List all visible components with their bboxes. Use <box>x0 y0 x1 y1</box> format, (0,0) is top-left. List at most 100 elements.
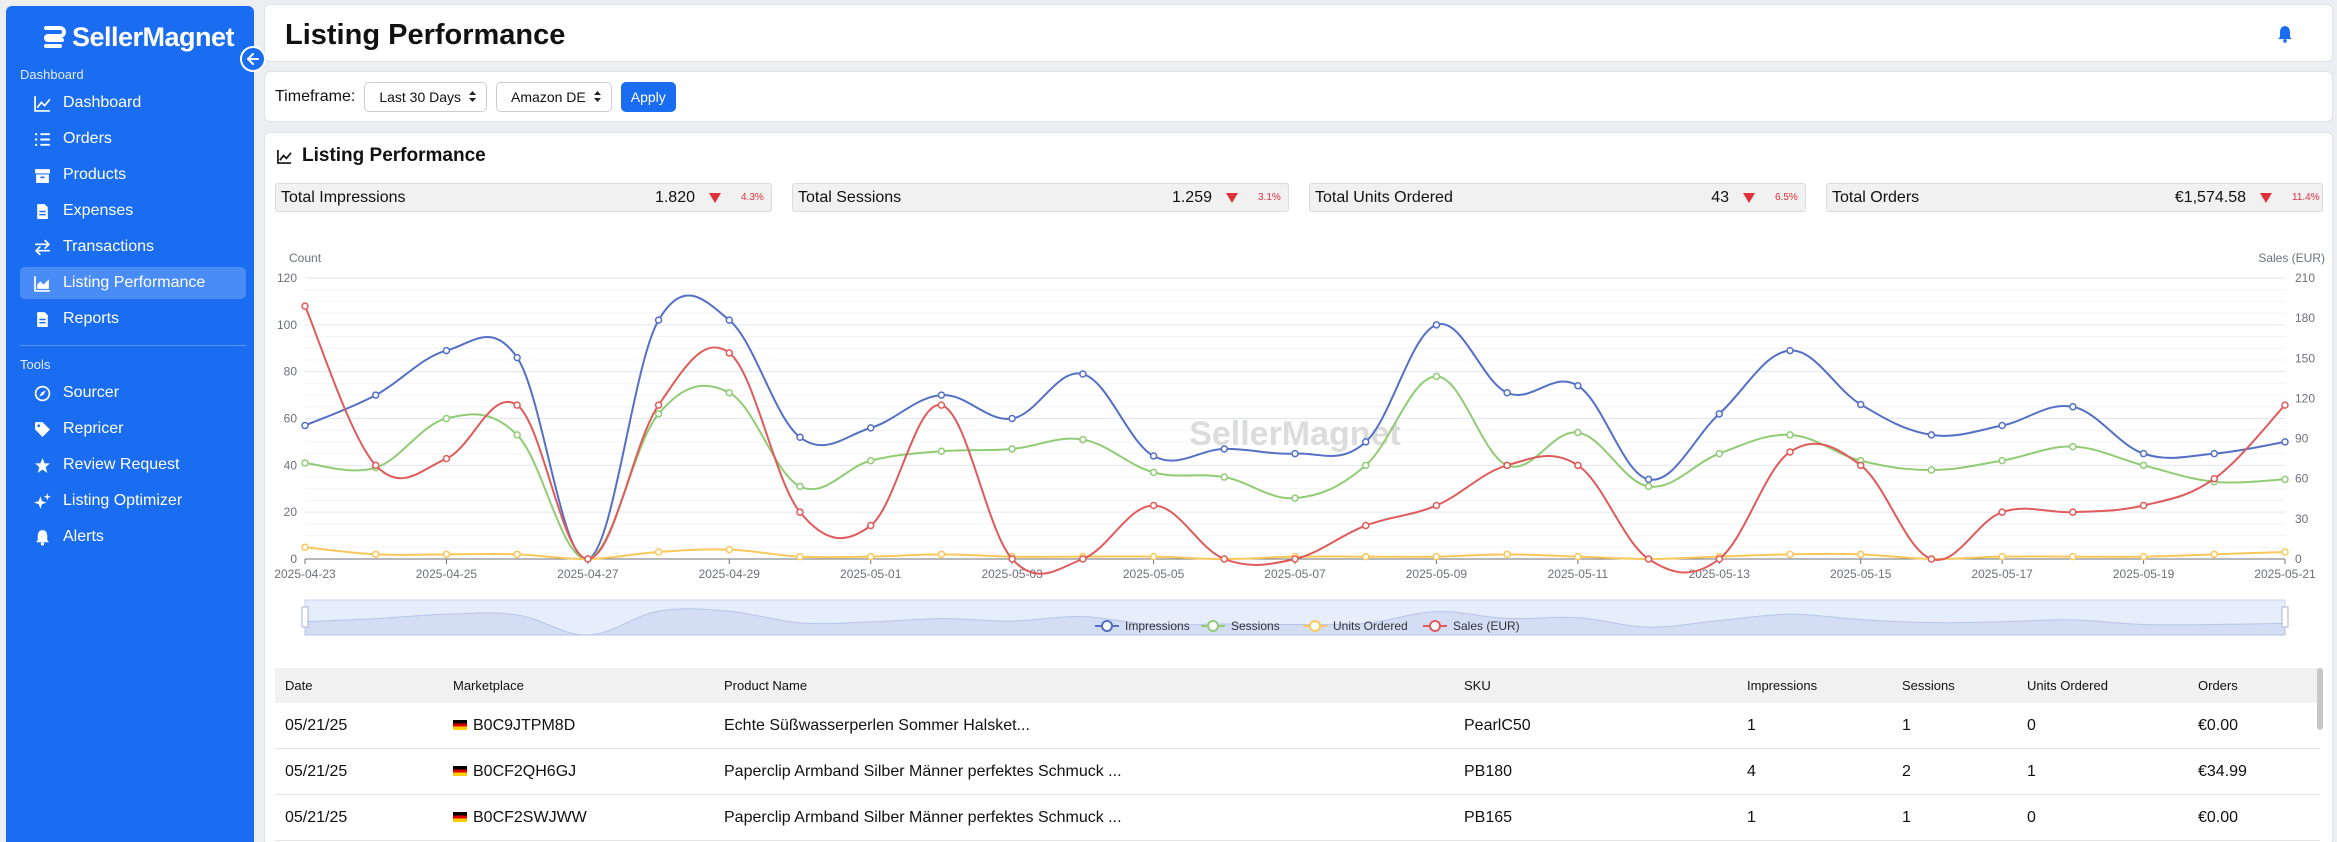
sidebar-item-review-request[interactable]: Review Request <box>20 449 246 481</box>
data-point <box>301 543 309 552</box>
sidebar-item-dashboard[interactable]: Dashboard <box>20 87 246 119</box>
sidebar-item-repricer[interactable]: Repricer <box>20 413 246 445</box>
sidebar-item-label: Dashboard <box>63 94 142 111</box>
data-point <box>371 391 380 399</box>
chart-area-icon <box>34 275 50 292</box>
data-point <box>2069 552 2077 561</box>
data-point <box>796 433 804 441</box>
y-tick-label-right: 30 <box>2295 512 2309 526</box>
sidebar-item-reports[interactable]: Reports <box>20 303 246 335</box>
listing-table: Date Marketplace Product Name SKU Impres… <box>275 668 2320 841</box>
sidebar-item-listing-performance[interactable]: Listing Performance <box>20 267 246 299</box>
data-point <box>1432 501 1441 510</box>
sidebar-item-label: Expenses <box>63 202 134 219</box>
tag-icon <box>35 421 50 437</box>
data-point <box>1079 555 1087 563</box>
chart-line-icon <box>34 95 51 112</box>
data-point <box>2139 501 2148 510</box>
legend-item[interactable]: Sessions <box>1231 619 1280 633</box>
column-header[interactable]: SKU <box>1454 678 1737 693</box>
sidebar-item-label: Alerts <box>63 528 104 545</box>
cell-date: 05/21/25 <box>285 808 348 826</box>
sidebar-item-expenses[interactable]: Expenses <box>20 195 246 227</box>
germany-flag-icon <box>453 720 467 731</box>
column-header[interactable]: Marketplace <box>443 678 714 693</box>
data-point <box>1432 372 1441 381</box>
y-tick-label-left: 20 <box>284 505 298 519</box>
data-point <box>1927 555 1936 563</box>
data-point <box>2139 552 2148 561</box>
timeframe-label: Timeframe: <box>275 87 356 105</box>
data-point <box>371 461 380 470</box>
table-row[interactable]: 05/21/25 B0CF2SWJWW Paperclip Armband Si… <box>275 795 2320 841</box>
data-point <box>1644 482 1653 491</box>
column-header[interactable]: Sessions <box>1892 678 2017 693</box>
column-header[interactable]: Units Ordered <box>2017 678 2188 693</box>
sparkles-icon <box>34 492 51 509</box>
y-tick-label-left: 80 <box>284 365 298 379</box>
sidebar-item-transactions[interactable]: Transactions <box>20 231 246 263</box>
data-point <box>796 482 804 491</box>
data-point <box>584 555 592 563</box>
y-tick-label-left: 60 <box>284 412 298 426</box>
x-tick-label: 2025-05-17 <box>1971 567 2033 581</box>
germany-flag-icon <box>453 766 467 777</box>
data-point <box>2210 474 2219 483</box>
data-point <box>1503 461 1511 470</box>
cell-impressions: 1 <box>1747 808 1756 826</box>
marketplace-select[interactable]: Amazon DE <box>496 81 612 112</box>
column-header[interactable]: Date <box>275 678 443 693</box>
x-tick-label: 2025-05-07 <box>1264 567 1326 581</box>
data-point <box>654 316 663 324</box>
data-point <box>796 508 804 516</box>
data-point <box>1079 435 1087 444</box>
y-axis-title-right: Sales (EUR) <box>2258 251 2325 265</box>
zoom-handle-left[interactable] <box>301 606 309 628</box>
data-point <box>1998 456 2006 465</box>
collapse-sidebar-button[interactable] <box>240 46 266 72</box>
brand[interactable]: SellerMagnet <box>38 20 235 54</box>
sidebar-item-alerts[interactable]: Alerts <box>20 521 246 553</box>
data-point <box>866 424 875 432</box>
file-icon <box>37 311 48 327</box>
arrow-left-icon <box>246 53 259 65</box>
performance-chart[interactable]: 0 20 40 60 80 100 120 0 30 60 90 120 150 180 210 Count S… <box>265 133 2334 643</box>
data-point <box>1149 501 1158 510</box>
sidebar-item-label: Sourcer <box>63 384 120 401</box>
data-point <box>1574 461 1582 470</box>
sidebar-item-listing-optimizer[interactable]: Listing Optimizer <box>20 485 246 517</box>
cell-sessions: 1 <box>1902 808 1911 826</box>
data-point <box>1291 555 1299 563</box>
column-header[interactable]: Product Name <box>714 678 1454 693</box>
y-tick-label-right: 90 <box>2295 432 2309 446</box>
sidebar-item-orders[interactable]: Orders <box>20 123 246 155</box>
data-point <box>654 401 663 409</box>
data-point <box>371 550 380 559</box>
data-point <box>1644 475 1653 484</box>
apply-button[interactable]: Apply <box>620 81 676 112</box>
column-header[interactable]: Impressions <box>1737 678 1892 693</box>
sidebar-item-products[interactable]: Products <box>20 159 246 191</box>
sidebar-item-label: Products <box>63 166 127 183</box>
data-point <box>1008 414 1016 423</box>
y-tick-label-right: 120 <box>2295 391 2315 405</box>
zoom-handle-right[interactable] <box>2281 606 2289 628</box>
legend-item[interactable]: Sales (EUR) <box>1453 619 1520 633</box>
sidebar-item-label: Orders <box>63 130 112 147</box>
section-label-tools: Tools <box>20 357 51 372</box>
data-point <box>442 454 451 463</box>
x-tick-label: 2025-04-25 <box>416 567 478 581</box>
table-row[interactable]: 05/21/25 B0CF2QH6GJ Paperclip Armband Si… <box>275 749 2320 795</box>
data-point <box>796 552 804 561</box>
sidebar-item-sourcer[interactable]: Sourcer <box>20 377 246 409</box>
data-point <box>2069 442 2077 451</box>
data-point <box>1786 346 1794 355</box>
timeframe-select[interactable]: Last 30 Days <box>364 81 488 112</box>
table-row[interactable]: 05/21/25 B0C9JTPM8D Echte Süßwasserperle… <box>275 703 2320 749</box>
column-header[interactable]: Orders <box>2188 678 2318 693</box>
legend-item[interactable]: Impressions <box>1125 619 1190 633</box>
legend-item[interactable]: Units Ordered <box>1333 619 1408 633</box>
page-title: Listing Performance <box>285 19 566 51</box>
notifications-bell-icon[interactable] <box>2276 25 2294 43</box>
table-scrollbar[interactable] <box>2317 668 2323 730</box>
